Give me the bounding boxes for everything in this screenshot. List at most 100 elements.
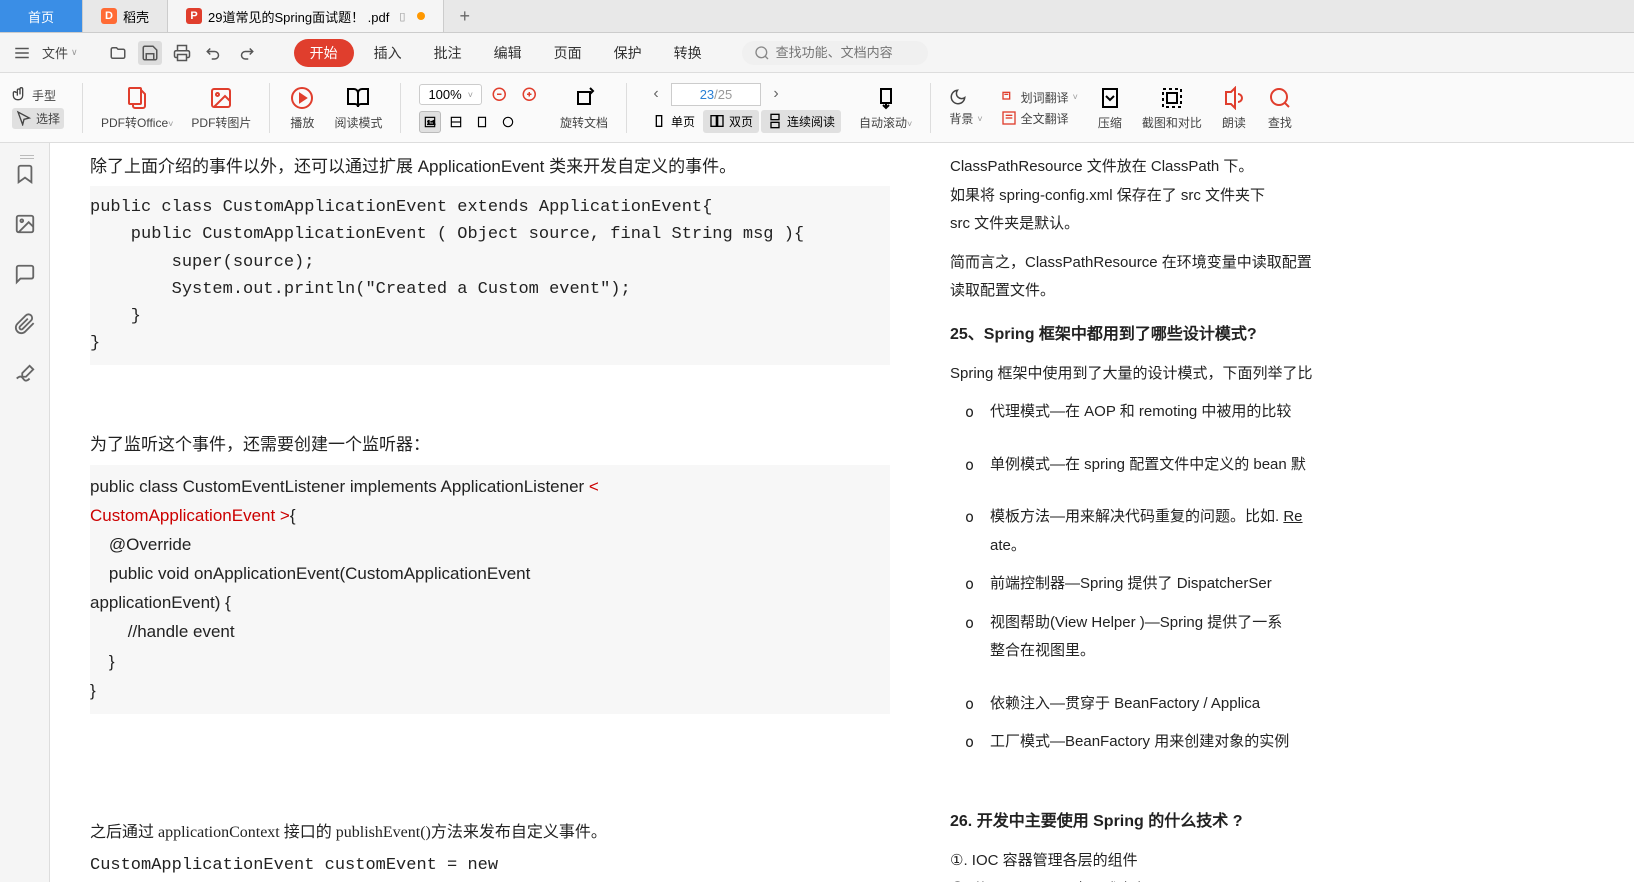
word-trans-label: 划词翻译 <box>1021 89 1069 106</box>
tab-bar: 首页 D 稻壳 P 29道常见的Spring面试题！ .pdf ▯ + <box>0 0 1634 33</box>
paragraph: 简而言之，ClassPathResource 在环境变量中读取配置 <box>950 249 1614 278</box>
page-prev[interactable]: ‹ <box>645 83 667 105</box>
single-label: 单页 <box>671 113 695 130</box>
pdf-to-image[interactable]: PDF转图片 <box>191 84 251 131</box>
menu-page[interactable]: 页面 <box>542 39 594 67</box>
list-item: 模板方法—用来解决代码重复的问题。比如. Reate。 <box>990 503 1614 560</box>
zoom-in-icon[interactable] <box>518 83 542 107</box>
zoom-out-icon[interactable] <box>488 83 512 107</box>
search-input[interactable] <box>776 45 916 60</box>
code-block: public class CustomApplicationEvent exte… <box>90 186 890 365</box>
play-button[interactable]: 播放 <box>288 84 316 131</box>
docell-icon: D <box>101 8 117 24</box>
svg-text:1:1: 1:1 <box>428 120 436 126</box>
sidebar-handle[interactable] <box>20 155 34 161</box>
bookmark-icon[interactable] <box>14 163 36 185</box>
fit-visible[interactable] <box>497 111 519 133</box>
comment-icon[interactable] <box>14 263 36 285</box>
undo-icon[interactable] <box>202 41 226 65</box>
image-icon[interactable] <box>14 213 36 235</box>
page-next[interactable]: › <box>765 83 787 105</box>
attachment-icon[interactable] <box>14 313 36 335</box>
page-total: /25 <box>714 87 732 102</box>
ribbon: 手型 选择 PDF转Office˅ PDF转图片 播放 阅读模式 100% ˅ 1… <box>0 73 1634 143</box>
select-tool[interactable]: 选择 <box>12 108 64 129</box>
rotate-doc[interactable]: 旋转文档 <box>560 84 608 131</box>
fit-page[interactable] <box>471 111 493 133</box>
list-item: 前端控制器—Spring 提供了 DispatcherSer <box>990 570 1614 599</box>
paragraph: ②. 使用 AOP 配置声明式事务 <box>950 876 1614 882</box>
bg-label: 背景 <box>949 110 973 127</box>
paragraph: ClassPathResource 文件放在 ClassPath 下。 <box>950 153 1614 182</box>
continuous-read[interactable]: 连续阅读 <box>761 110 841 133</box>
pdf-office-label: PDF转Office <box>101 116 168 130</box>
menu-icon[interactable] <box>10 41 34 65</box>
main-area: 除了上面介绍的事件以外，还可以通过扩展 ApplicationEvent 类来开… <box>0 143 1634 882</box>
chevron-down-icon: ˅ <box>468 90 473 100</box>
read-mode[interactable]: 阅读模式 <box>334 84 382 131</box>
pattern-list: 代理模式—在 AOP 和 remoting 中被用的比较 单例模式—在 spri… <box>950 398 1614 757</box>
toolbar: 文件∨ 开始 插入 批注 编辑 页面 保护 转换 <box>0 33 1634 73</box>
page-current: 23 <box>700 87 714 102</box>
fit-width[interactable] <box>445 111 467 133</box>
screenshot[interactable]: 截图和对比 <box>1142 84 1202 131</box>
paragraph: ①. IOC 容器管理各层的组件 <box>950 847 1614 876</box>
tab-active-doc[interactable]: P 29道常见的Spring面试题！ .pdf ▯ <box>168 0 444 32</box>
menu-convert[interactable]: 转换 <box>662 39 714 67</box>
menu-review[interactable]: 批注 <box>422 39 474 67</box>
menu-start[interactable]: 开始 <box>294 39 354 67</box>
hand-tool[interactable]: 手型 <box>12 87 64 104</box>
double-page[interactable]: 双页 <box>703 110 759 133</box>
paragraph: 之后通过 applicationContext 接口的 publishEvent… <box>90 820 890 846</box>
auto-scroll-label: 自动滚动 <box>859 116 907 130</box>
dark-mode[interactable] <box>949 88 982 106</box>
print-icon[interactable] <box>170 41 194 65</box>
search-box[interactable] <box>742 41 928 65</box>
menu-protect[interactable]: 保护 <box>602 39 654 67</box>
fit-actual[interactable]: 1:1 <box>419 111 441 133</box>
auto-scroll[interactable]: 自动滚动˅ <box>859 84 912 131</box>
redo-icon[interactable] <box>234 41 258 65</box>
tab-home[interactable]: 首页 <box>0 0 83 32</box>
paragraph: 为了监听这个事件，还需要创建一个监听器： <box>90 431 890 458</box>
list-item: 依赖注入—贯穿于 BeanFactory / Applica <box>990 690 1614 719</box>
tab-docell[interactable]: D 稻壳 <box>83 0 168 32</box>
save-icon[interactable] <box>138 41 162 65</box>
heading-25: 25、Spring 框架中都用到了哪些设计模式? <box>950 320 1614 350</box>
read-aloud[interactable]: 朗读 <box>1220 84 1248 131</box>
file-menu[interactable]: 文件∨ <box>42 43 78 62</box>
list-item: 代理模式—在 AOP 和 remoting 中被用的比较 <box>990 398 1614 427</box>
full-trans-label: 全文翻译 <box>1021 110 1069 127</box>
paragraph: src 文件夹是默认。 <box>950 210 1614 239</box>
pdf-icon: P <box>186 8 202 24</box>
full-translate[interactable]: 全文翻译 <box>1001 110 1078 127</box>
tab-add-button[interactable]: + <box>444 0 485 32</box>
open-icon[interactable] <box>106 41 130 65</box>
zoom-box[interactable]: 100% ˅ <box>419 84 482 105</box>
bg-color[interactable]: 背景˅ <box>949 110 982 127</box>
list-item: 单例模式—在 spring 配置文件中定义的 bean 默 <box>990 451 1614 480</box>
paragraph: Spring 框架中使用到了大量的设计模式，下面列举了比 <box>950 360 1614 389</box>
paragraph: 如果将 spring-config.xml 保存在了 src 文件夹下 <box>950 182 1614 211</box>
zoom-value: 100% <box>428 87 461 102</box>
compress[interactable]: 压缩 <box>1096 84 1124 131</box>
tab-active-doc-label: 29道常见的Spring面试题！ .pdf <box>208 7 389 26</box>
heading-26: 26. 开发中主要使用 Spring 的什么技术 ? <box>950 807 1614 837</box>
menu-insert[interactable]: 插入 <box>362 39 414 67</box>
menu-edit[interactable]: 编辑 <box>482 39 534 67</box>
document-content: 除了上面介绍的事件以外，还可以通过扩展 ApplicationEvent 类来开… <box>50 143 1634 882</box>
modified-dot-icon <box>417 12 425 20</box>
find-button[interactable]: 查找 <box>1266 84 1294 131</box>
list-item: 工厂模式—BeanFactory 用来创建对象的实例 <box>990 728 1614 757</box>
select-label: 选择 <box>36 110 60 127</box>
single-page[interactable]: 单页 <box>645 110 701 133</box>
page-left: 除了上面介绍的事件以外，还可以通过扩展 ApplicationEvent 类来开… <box>50 143 930 882</box>
pdf-to-office[interactable]: PDF转Office˅ <box>101 84 173 131</box>
chevron-down-icon: ∨ <box>71 47 78 58</box>
sidebar <box>0 143 50 882</box>
page-input[interactable]: 23/25 <box>671 83 761 106</box>
double-label: 双页 <box>729 113 753 130</box>
word-translate[interactable]: 划词翻译˅ <box>1001 89 1078 106</box>
code-block: CustomApplicationEvent customEvent = new <box>90 852 890 879</box>
signature-icon[interactable] <box>14 363 36 385</box>
